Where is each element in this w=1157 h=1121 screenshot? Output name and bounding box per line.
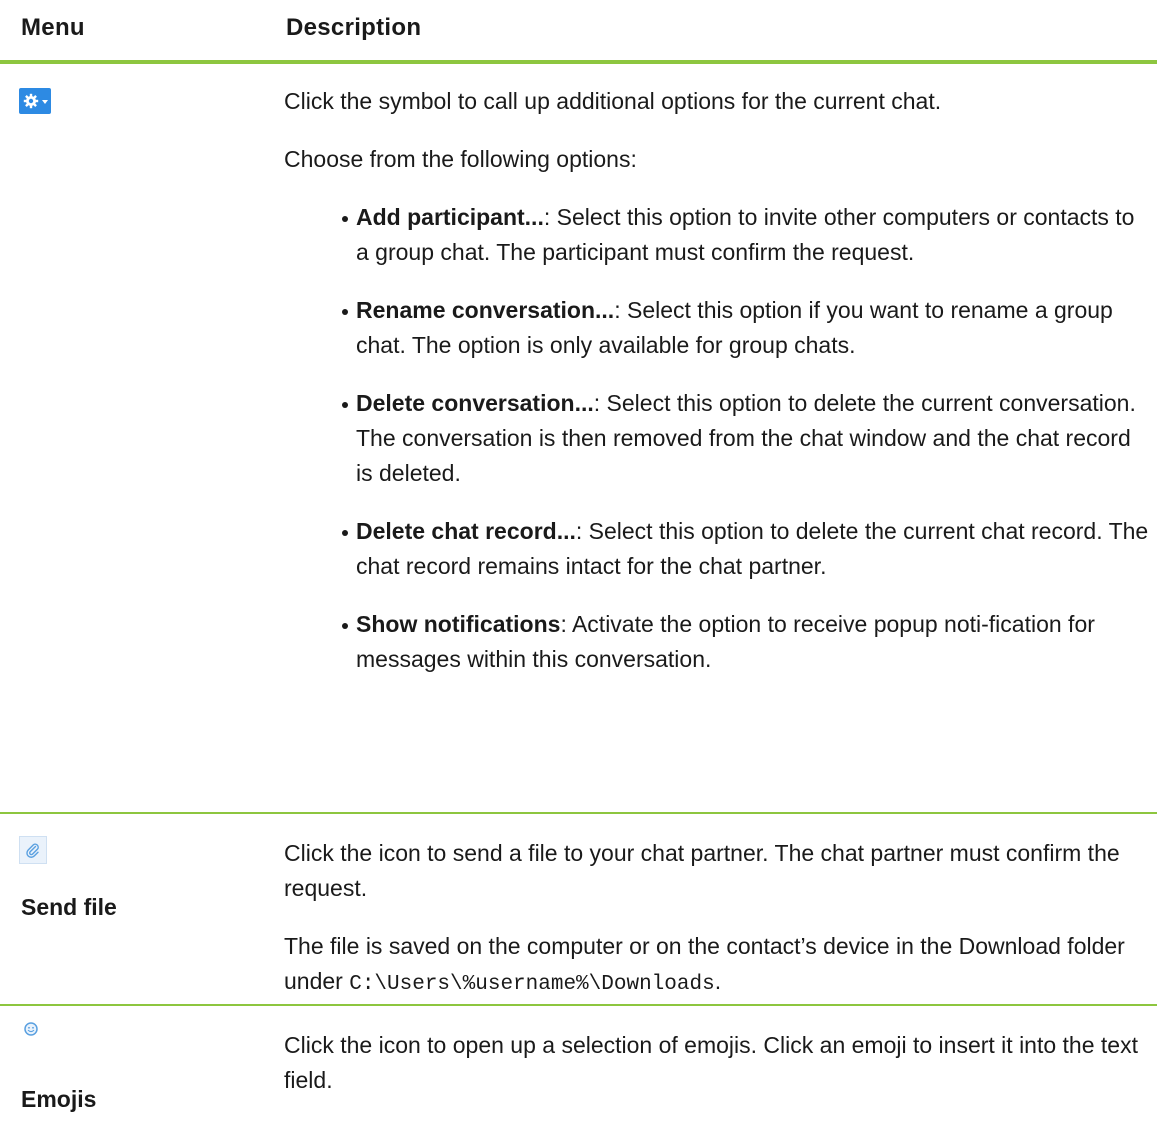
column-header-description: Description	[286, 14, 422, 41]
description-text: Click the icon to open up a selection of…	[284, 1032, 1138, 1093]
description-text: The file is saved on the computer or on …	[284, 929, 1149, 1002]
paperclip-icon[interactable]	[19, 836, 47, 864]
column-header-menu: Menu	[21, 14, 85, 41]
description-cell: Click the symbol to call up additional o…	[284, 84, 1149, 700]
list-item: Delete conversation...: Select this opti…	[284, 386, 1149, 491]
description-cell: Click the icon to open up a selection of…	[284, 1028, 1149, 1121]
option-title: Delete conversation...	[356, 390, 594, 416]
option-title: Add participant...	[356, 204, 544, 230]
list-item: Add participant...: Select this option t…	[284, 200, 1149, 270]
menu-label: Emojis	[21, 1086, 97, 1112]
smiley-glyph	[24, 1022, 38, 1036]
options-list: Add participant...: Select this option t…	[284, 200, 1149, 677]
download-path: C:\Users\%username%\Downloads	[349, 973, 715, 996]
description-cell: Click the icon to send a file to your ch…	[284, 836, 1149, 1025]
option-title: Rename conversation...	[356, 297, 615, 323]
gear-dropdown-icon[interactable]	[19, 88, 51, 114]
list-item: Rename conversation...: Select this opti…	[284, 293, 1149, 363]
chevron-down-icon	[41, 99, 48, 104]
description-text: Choose from the following options:	[284, 146, 637, 172]
row-divider	[0, 1004, 1157, 1006]
list-item: Show notifications: Activate the option …	[284, 607, 1149, 677]
gear-icon	[23, 93, 38, 109]
smiley-icon[interactable]	[20, 1018, 42, 1040]
row-divider	[0, 812, 1157, 814]
table-header: Menu Description	[0, 0, 1157, 60]
menu-label: Send file	[21, 894, 117, 920]
paperclip-glyph	[26, 843, 39, 858]
option-title: Show notifications	[356, 611, 561, 637]
description-text-suffix: .	[714, 968, 722, 994]
option-title: Delete chat record...	[356, 518, 576, 544]
description-text: Click the symbol to call up additional o…	[284, 88, 942, 114]
list-item: Delete chat record...: Select this optio…	[284, 514, 1149, 584]
description-text: Click the icon to send a file to your ch…	[284, 840, 1120, 901]
header-divider	[0, 60, 1157, 64]
